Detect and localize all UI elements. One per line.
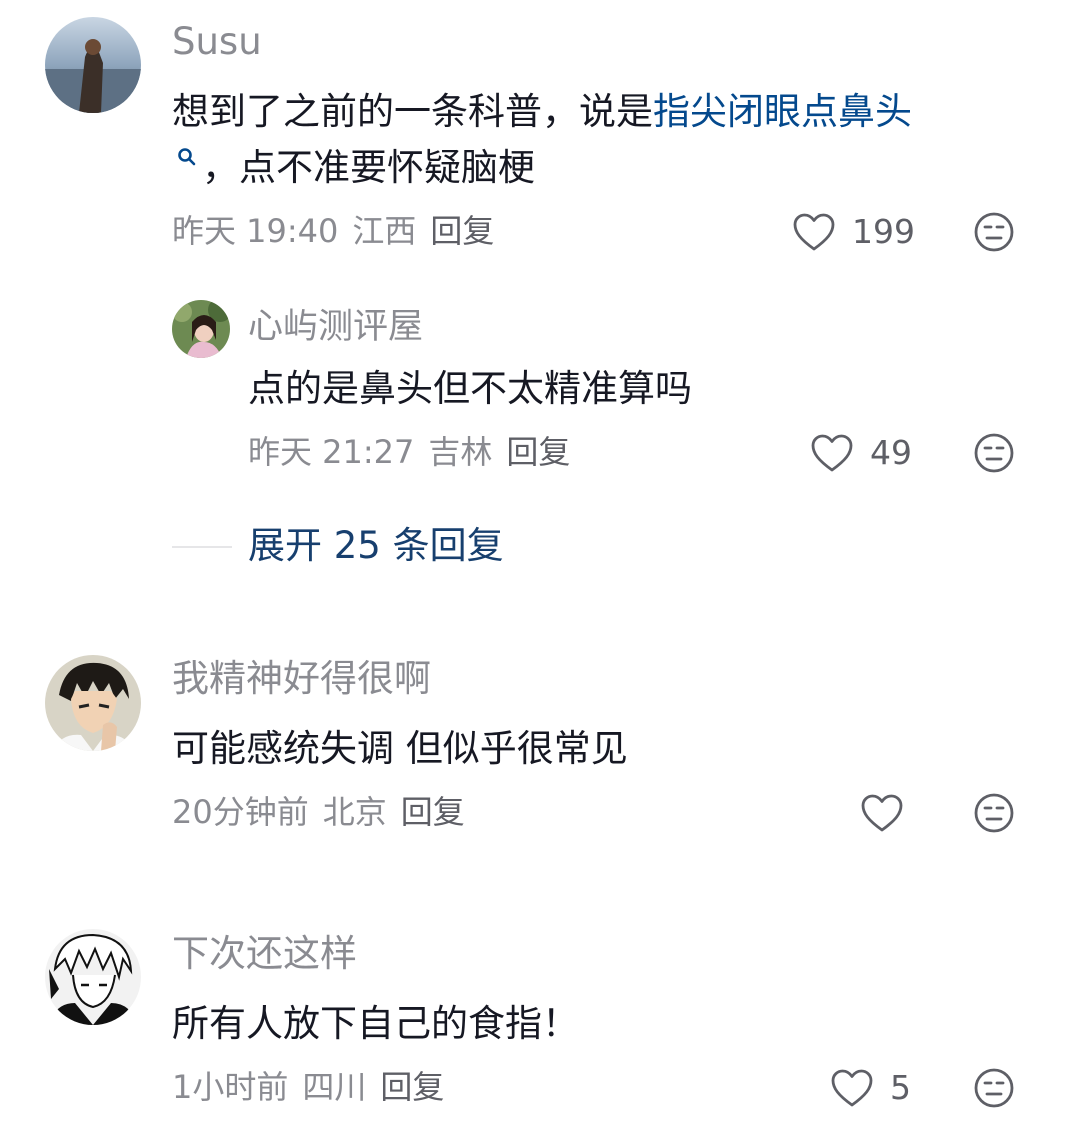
reply-meta: 昨天 21:27 吉林 回复 xyxy=(248,432,584,472)
comment-username[interactable]: 下次还这样 xyxy=(172,932,357,976)
comment-time: 1小时前 xyxy=(172,1068,289,1106)
reply-button[interactable]: 回复 xyxy=(506,433,570,471)
like-count: 49 xyxy=(870,433,912,472)
like-button[interactable] xyxy=(860,791,904,835)
reply-text: 点的是鼻头但不太精准算吗 xyxy=(248,367,692,410)
expand-divider xyxy=(172,546,232,548)
comment-meta: 1小时前 四川 回复 xyxy=(172,1067,458,1107)
comment-username[interactable]: Susu xyxy=(172,20,262,64)
reply-button[interactable]: 回复 xyxy=(401,793,465,831)
neutral-face-icon[interactable] xyxy=(973,1067,1015,1109)
like-count: 199 xyxy=(852,212,915,251)
like-button[interactable]: 49 xyxy=(810,431,912,475)
heart-outline-icon xyxy=(861,794,903,832)
comment-text-line2: ，点不准要怀疑脑梗 xyxy=(172,140,535,196)
comment-username[interactable]: 我精神好得很啊 xyxy=(172,657,431,701)
search-keyword-link[interactable]: 指尖闭眼点鼻头 xyxy=(653,90,912,133)
comment-location: 江西 xyxy=(352,212,417,250)
comment-text: 想到了之前的一条科普，说是指尖闭眼点鼻头 xyxy=(172,84,1032,140)
like-count: 5 xyxy=(890,1068,911,1107)
comment-time: 昨天 19:40 xyxy=(172,212,339,250)
reply-button[interactable]: 回复 xyxy=(430,212,494,250)
search-icon[interactable] xyxy=(172,140,202,180)
comment-text-before: 想到了之前的一条科普，说是 xyxy=(172,90,653,133)
expand-replies-button[interactable]: 展开 25 条回复 xyxy=(248,522,504,570)
neutral-face-icon[interactable] xyxy=(973,432,1015,474)
like-button[interactable]: 5 xyxy=(830,1066,911,1110)
comment-time: 20分钟前 xyxy=(172,793,309,831)
reply-time: 昨天 21:27 xyxy=(248,433,415,471)
heart-outline-icon xyxy=(831,1069,873,1107)
avatar-user-2[interactable] xyxy=(45,655,141,751)
reply-location: 吉林 xyxy=(428,433,493,471)
comment-location: 北京 xyxy=(322,793,387,831)
avatar-reply-user[interactable] xyxy=(172,300,230,358)
reply-button[interactable]: 回复 xyxy=(380,1068,444,1106)
like-button[interactable]: 199 xyxy=(792,210,915,254)
neutral-face-icon[interactable] xyxy=(973,792,1015,834)
heart-outline-icon xyxy=(811,434,853,472)
comment-text: 可能感统失调 但似乎很常见 xyxy=(172,727,628,770)
heart-outline-icon xyxy=(793,213,835,251)
neutral-face-icon[interactable] xyxy=(973,211,1015,253)
comment-text: 所有人放下自己的食指！ xyxy=(172,1002,579,1045)
comment-meta: 昨天 19:40 江西 回复 xyxy=(172,211,508,251)
comment-text-after: ，点不准要怀疑脑梗 xyxy=(202,146,535,189)
avatar-susu[interactable] xyxy=(45,17,141,113)
avatar-user-3[interactable] xyxy=(45,929,141,1025)
reply-username[interactable]: 心屿测评屋 xyxy=(248,305,423,349)
comment-location: 四川 xyxy=(302,1068,367,1106)
comment-meta: 20分钟前 北京 回复 xyxy=(172,792,479,832)
